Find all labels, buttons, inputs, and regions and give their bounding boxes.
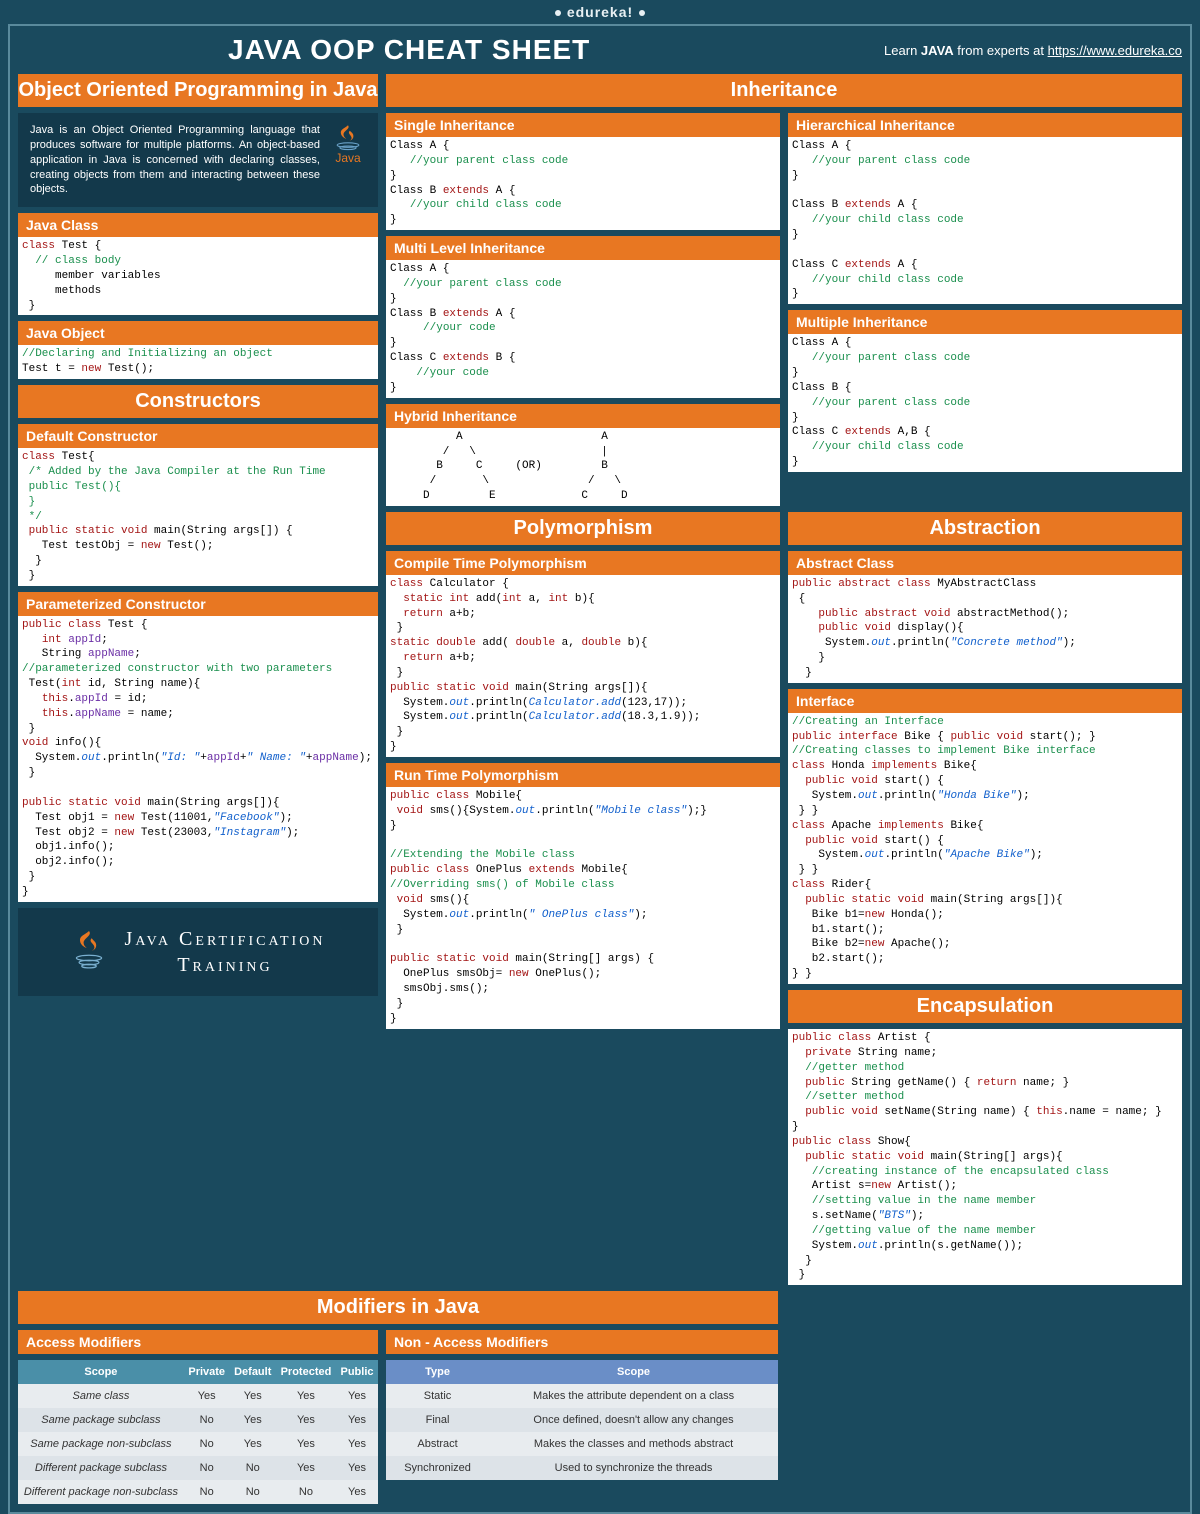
inheritance-left: Single Inheritance Class A { //your pare…	[386, 113, 780, 506]
brand-bar: edureka!	[8, 0, 1192, 24]
code-hier-inh: Class A { //your parent class code } Cla…	[788, 137, 1182, 304]
poly-col: Polymorphism Compile Time Polymorphism c…	[386, 512, 780, 1285]
subheader-interface: Interface	[788, 689, 1182, 713]
section-modifiers: Modifiers in Java	[18, 1291, 778, 1324]
code-encapsulation: public class Artist { private String nam…	[788, 1029, 1182, 1285]
subheader-nonaccess-mod: Non - Access Modifiers	[386, 1330, 778, 1354]
subheader-multiple-inh: Multiple Inheritance	[788, 310, 1182, 334]
subheader-runtime-poly: Run Time Polymorphism	[386, 763, 780, 787]
code-java-class: class Test { // class body member variab…	[18, 237, 378, 315]
code-abstract-class: public abstract class MyAbstractClass { …	[788, 575, 1182, 683]
sheet-outer: JAVA OOP CHEAT SHEET Learn JAVA from exp…	[8, 24, 1192, 1514]
cert-banner: Java CertificationTraining	[18, 908, 378, 996]
code-compile-poly: class Calculator { static int add(int a,…	[386, 575, 780, 757]
subheader-java-class: Java Class	[18, 213, 378, 237]
nonaccess-modifiers-table: TypeScope StaticMakes the attribute depe…	[386, 1360, 778, 1480]
section-abstraction: Abstraction	[788, 512, 1182, 545]
subheader-access-mod: Access Modifiers	[18, 1330, 378, 1354]
page-title: JAVA OOP CHEAT SHEET	[18, 34, 590, 66]
section-oop: Object Oriented Programming in Java	[18, 74, 378, 107]
subheader-param-ctor: Parameterized Constructor	[18, 592, 378, 616]
subheader-hier-inh: Hierarchical Inheritance	[788, 113, 1182, 137]
subheader-single-inh: Single Inheritance	[386, 113, 780, 137]
section-inheritance: Inheritance	[386, 74, 1182, 107]
subheader-default-ctor: Default Constructor	[18, 424, 378, 448]
code-default-ctor: class Test{ /* Added by the Java Compile…	[18, 448, 378, 586]
inheritance-right: Hierarchical Inheritance Class A { //you…	[788, 113, 1182, 506]
subheader-multilvl-inh: Multi Level Inheritance	[386, 236, 780, 260]
intro-box: Java is an Object Oriented Programming l…	[18, 113, 378, 207]
code-hybrid-inh: A A / \ | B C (OR) B / \ / \ D E C D	[386, 428, 780, 506]
code-single-inh: Class A { //your parent class code } Cla…	[386, 137, 780, 230]
java-logo-icon	[71, 929, 107, 974]
code-runtime-poly: public class Mobile{ void sms(){System.o…	[386, 787, 780, 1029]
code-interface: //Creating an Interface public interface…	[788, 713, 1182, 984]
learn-link-text: Learn JAVA from experts at https://www.e…	[884, 43, 1182, 58]
modifiers-block: Modifiers in Java Access Modifiers Scope…	[18, 1291, 778, 1504]
code-multiple-inh: Class A { //your parent class code } Cla…	[788, 334, 1182, 472]
abs-col: Abstraction Abstract Class public abstra…	[788, 512, 1182, 1285]
code-param-ctor: public class Test { int appId; String ap…	[18, 616, 378, 902]
subheader-java-object: Java Object	[18, 321, 378, 345]
code-multilvl-inh: Class A { //your parent class code } Cla…	[386, 260, 780, 398]
code-java-object: //Declaring and Initializing an object T…	[18, 345, 378, 379]
learn-link[interactable]: https://www.edureka.co	[1048, 43, 1182, 58]
section-encapsulation: Encapsulation	[788, 990, 1182, 1023]
access-modifiers-table: ScopePrivateDefaultProtectedPublic Same …	[18, 1360, 378, 1504]
section-constructors: Constructors	[18, 385, 378, 418]
subheader-abstract-class: Abstract Class	[788, 551, 1182, 575]
java-logo-icon: Java	[330, 123, 366, 165]
column-left: Object Oriented Programming in Java Java…	[18, 74, 378, 1285]
section-polymorphism: Polymorphism	[386, 512, 780, 545]
subheader-compile-poly: Compile Time Polymorphism	[386, 551, 780, 575]
subheader-hybrid-inh: Hybrid Inheritance	[386, 404, 780, 428]
